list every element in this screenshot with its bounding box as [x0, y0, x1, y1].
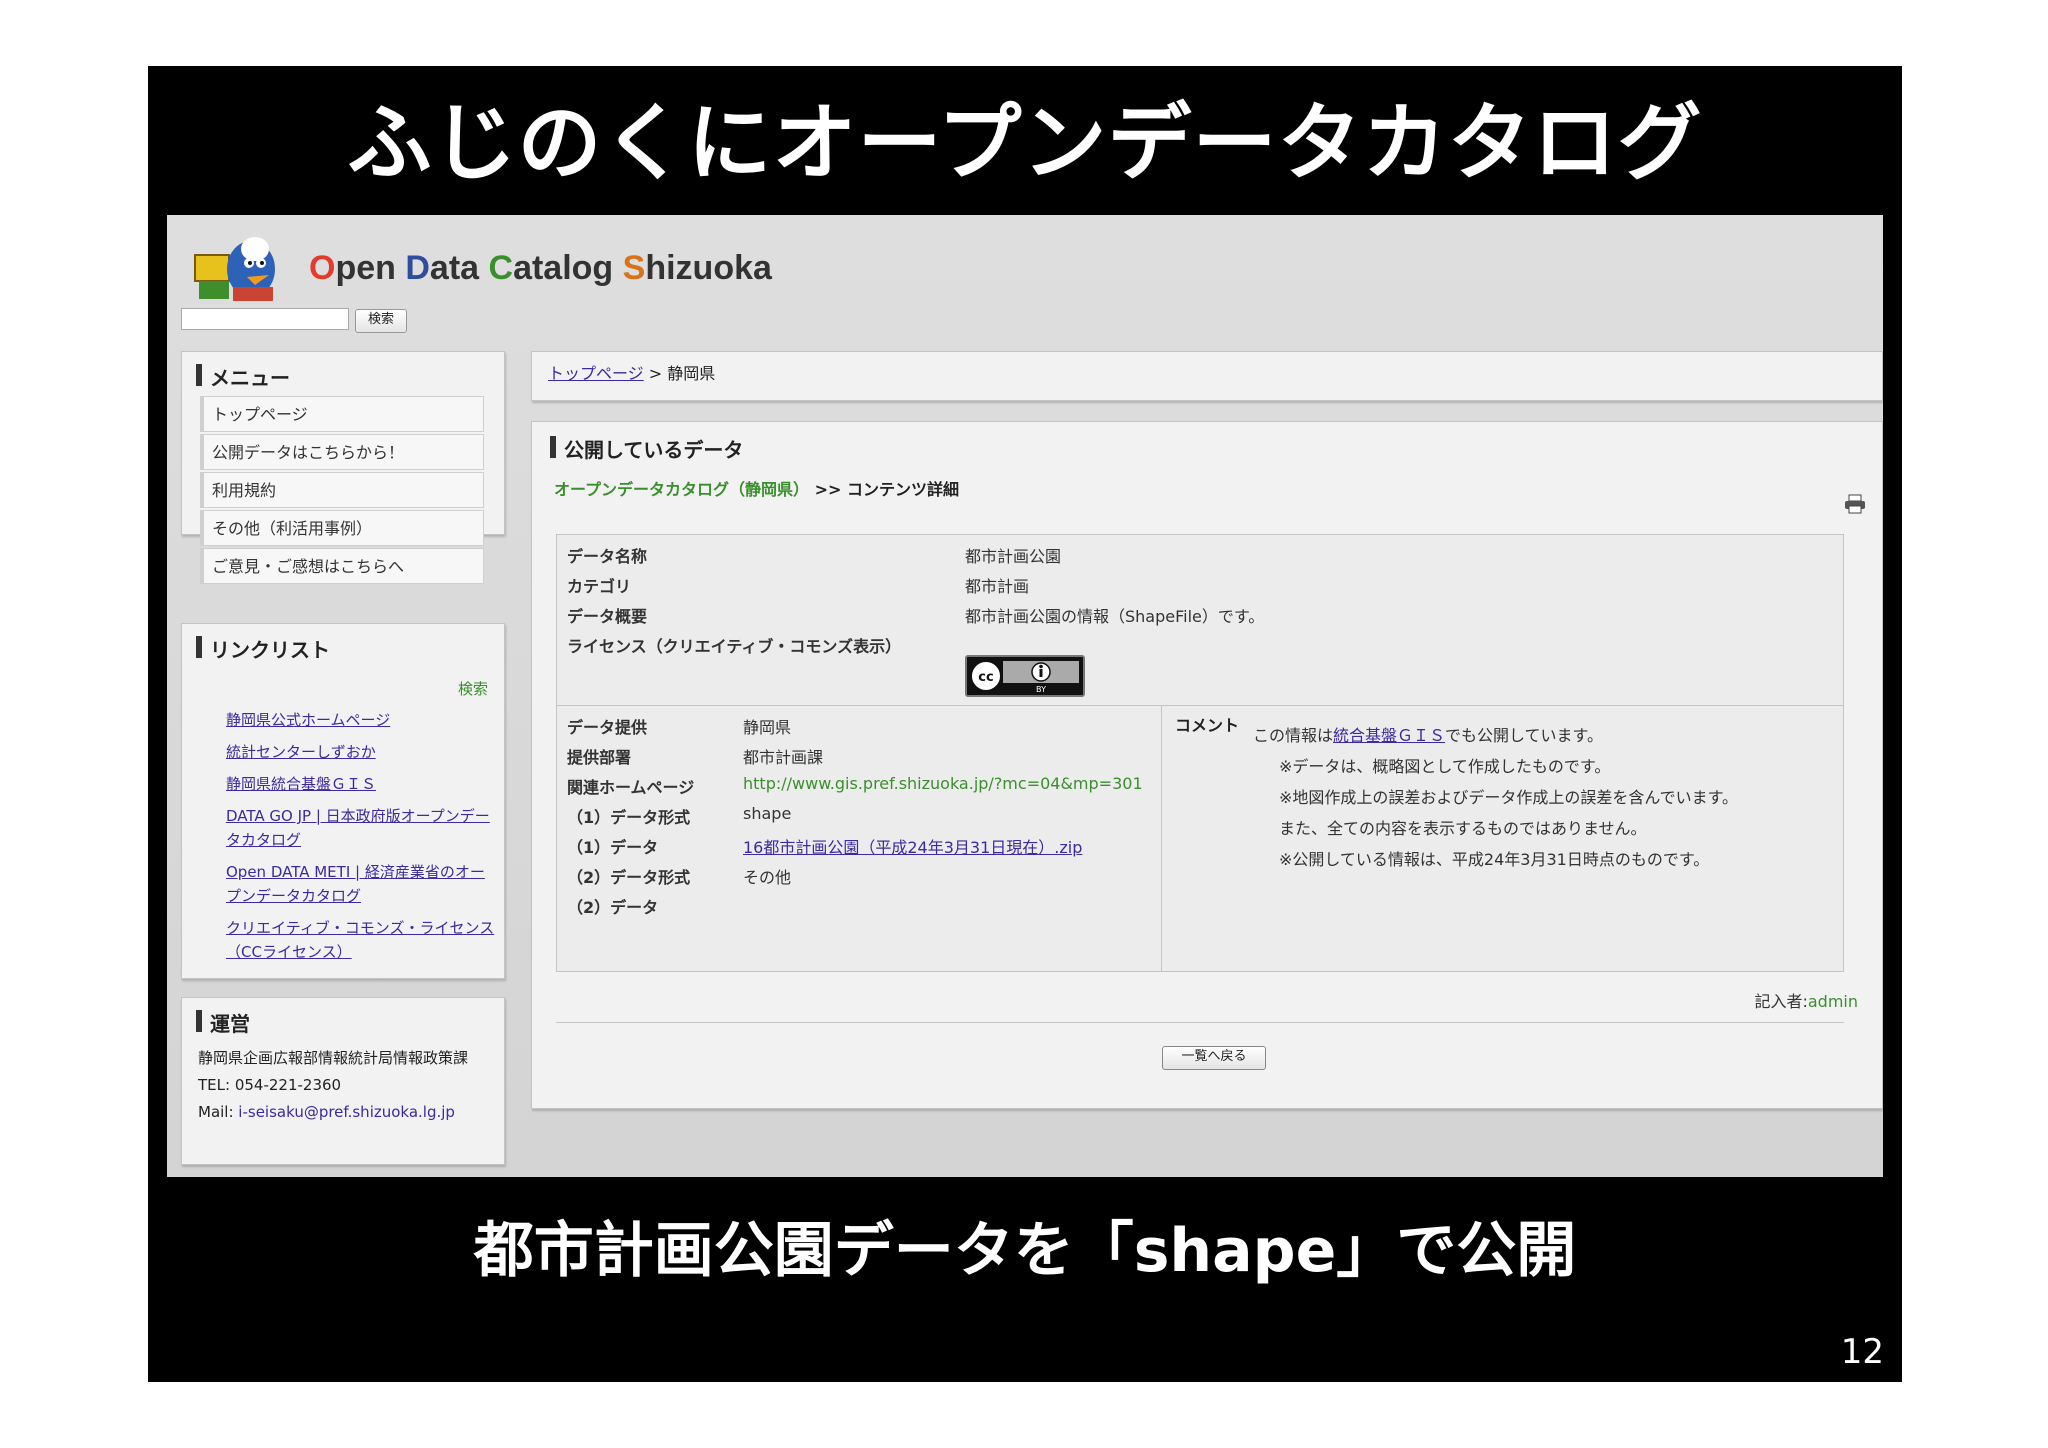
comment-line-3: また、全ての内容を表示するものではありません。 — [1279, 819, 1647, 838]
field-label-license: ライセンス（クリエイティブ・コモンズ表示） — [567, 637, 902, 656]
catalog-subcrumb: オープンデータカタログ（静岡県） >> コンテンツ詳細 — [554, 476, 959, 500]
operator-title: 運営 — [194, 1008, 504, 1037]
comment-label: コメント — [1175, 716, 1240, 735]
menu-item-terms[interactable]: 利用規約 — [200, 472, 484, 508]
field-value-name: 都市計画公園 — [965, 547, 1062, 566]
author-label: 記入者: — [1754, 992, 1808, 1011]
site-search-button[interactable]: 検索 — [355, 309, 407, 333]
link-pref-home[interactable]: 静岡県公式ホームページ — [226, 708, 498, 732]
site-search-input[interactable] — [181, 308, 349, 330]
link-cc-license[interactable]: クリエイティブ・コモンズ・ライセンス（CCライセンス） — [226, 916, 498, 964]
site-brand-logo[interactable]: Open Data Catalog Shizuoka — [309, 249, 772, 288]
author-name: admin — [1807, 992, 1858, 1011]
detail-label-data-2: （2）データ — [567, 898, 659, 917]
svg-text:cc: cc — [978, 670, 993, 685]
link-list: 静岡県公式ホームページ 統計センターしずおか 静岡県統合基盤ＧＩＳ DATA G… — [226, 708, 498, 972]
link-gis[interactable]: 静岡県統合基盤ＧＩＳ — [226, 772, 498, 796]
comment-line-1: ※データは、概略図として作成したものです。 — [1279, 757, 1611, 776]
browser-screenshot: Open Data Catalog Shizuoka 検索 メニュー トップペー… — [167, 215, 1883, 1177]
menu-item-data[interactable]: 公開データはこちらから！ — [200, 434, 484, 470]
menu-item-feedback[interactable]: ご意見・ご感想はこちらへ — [200, 548, 484, 584]
field-label-category: カテゴリ — [567, 577, 632, 596]
detail-value-format-1: shape — [743, 804, 792, 823]
divider — [556, 1022, 1844, 1023]
link-stat-center[interactable]: 統計センターしずおか — [226, 740, 498, 764]
slide-title: ふじのくにオープンデータカタログ — [347, 94, 1703, 192]
data-details-section: データ提供 静岡県 提供部署 都市計画課 関連ホームページ http://www… — [557, 705, 1843, 972]
detail-label-format-1: （1）データ形式 — [567, 808, 691, 827]
data-panel-title: 公開しているデータ — [548, 434, 1882, 463]
cc-by-license-icon[interactable]: cc BY — [965, 655, 1085, 697]
data-info-table: データ名称 都市計画公園 カテゴリ 都市計画 データ概要 都市計画公園の情報（S… — [556, 534, 1844, 972]
detail-value-data-1-download-link[interactable]: 16都市計画公園（平成24年3月31日現在）.zip — [743, 834, 1082, 858]
detail-value-provider: 静岡県 — [743, 718, 792, 737]
field-value-summary: 都市計画公園の情報（ShapeFile）です。 — [965, 607, 1265, 626]
detail-label-data-1: （1）データ — [567, 838, 659, 857]
slide-caption: 都市計画公園データを「shape」で公開 — [473, 1216, 1577, 1286]
menu-item-other[interactable]: その他（利活用事例） — [200, 510, 484, 546]
author: 記入者:admin — [1754, 988, 1858, 1012]
link-search-link[interactable]: 検索 — [458, 678, 488, 699]
breadcrumb: トップページ > 静岡県 — [531, 351, 1883, 401]
page-number: 12 — [1840, 1332, 1884, 1372]
detail-label-homepage: 関連ホームページ — [567, 778, 695, 797]
breadcrumb-top-link[interactable]: トップページ — [548, 364, 644, 383]
link-meti[interactable]: Open DATA METI | 経済産業省のオープンデータカタログ — [226, 860, 498, 908]
detail-value-department: 都市計画課 — [743, 748, 824, 767]
back-to-list-button[interactable]: 一覧へ戻る — [1162, 1046, 1266, 1070]
comment-line-gis: この情報は統合基盤ＧＩＳでも公開しています。 — [1253, 726, 1603, 745]
link-data-go-jp[interactable]: DATA GO JP | 日本政府版オープンデータカタログ — [226, 804, 498, 852]
operator-panel: 運営 静岡県企画広報部情報統計局情報政策課 TEL: 054-221-2360 … — [181, 997, 505, 1165]
comment-gis-link[interactable]: 統合基盤ＧＩＳ — [1333, 726, 1445, 745]
operator-mail-link[interactable]: i-seisaku@pref.shizuoka.lg.jp — [238, 1103, 455, 1121]
menu-item-top[interactable]: トップページ — [200, 396, 484, 432]
detail-value-format-2: その他 — [743, 868, 792, 887]
mascot-logo-icon — [194, 237, 275, 301]
menu-title: メニュー — [194, 362, 504, 391]
data-details-table: データ提供 静岡県 提供部署 都市計画課 関連ホームページ http://www… — [557, 706, 1162, 972]
breadcrumb-separator: > — [643, 364, 668, 383]
menu-panel: メニュー トップページ 公開データはこちらから！ 利用規約 その他（利活用事例）… — [181, 351, 505, 584]
comment-line-4: ※公開している情報は、平成24年3月31日時点のものです。 — [1279, 850, 1710, 869]
field-label-name: データ名称 — [567, 547, 648, 566]
data-detail-panel: 公開しているデータ オープンデータカタログ（静岡県） >> コンテンツ詳細 デー… — [531, 421, 1883, 1109]
cc-by-text: BY — [1036, 685, 1046, 694]
operator-info: 静岡県企画広報部情報統計局情報政策課 TEL: 054-221-2360 Mai… — [198, 1045, 504, 1126]
detail-label-department: 提供部署 — [567, 748, 632, 767]
menu-list: トップページ 公開データはこちらから！ 利用規約 その他（利活用事例） ご意見・… — [200, 396, 484, 586]
detail-label-format-2: （2）データ形式 — [567, 868, 691, 887]
link-list-title: リンクリスト — [194, 634, 504, 663]
catalog-subcrumb-tail: >> コンテンツ詳細 — [809, 480, 960, 499]
operator-tel: TEL: 054-221-2360 — [198, 1076, 342, 1094]
operator-mail-label: Mail: — [198, 1103, 239, 1121]
field-label-summary: データ概要 — [567, 607, 648, 626]
comment-line-2: ※地図作成上の誤差およびデータ作成上の誤差を含んでいます。 — [1279, 788, 1739, 807]
field-value-category: 都市計画 — [965, 577, 1030, 596]
link-list-panel: リンクリスト 検索 静岡県公式ホームページ 統計センターしずおか 静岡県統合基盤… — [181, 623, 505, 979]
print-icon[interactable] — [1844, 494, 1866, 514]
detail-value-homepage-link[interactable]: http://www.gis.pref.shizuoka.jp/?mc=04&m… — [743, 774, 1143, 793]
operator-name: 静岡県企画広報部情報統計局情報政策課 — [198, 1049, 469, 1067]
catalog-link[interactable]: オープンデータカタログ（静岡県） — [554, 480, 809, 499]
breadcrumb-current: 静岡県 — [667, 364, 716, 383]
detail-label-provider: データ提供 — [567, 718, 648, 737]
slide: ふじのくにオープンデータカタログ Open Data Catalog Shizu… — [148, 66, 1902, 1382]
